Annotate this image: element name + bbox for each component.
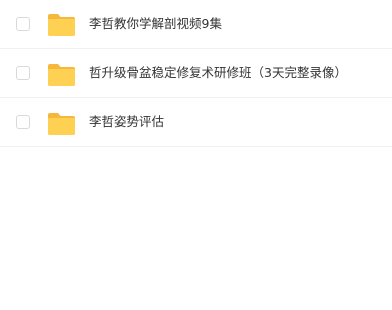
select-checkbox[interactable] <box>16 115 30 129</box>
file-name[interactable]: 李哲教你学解剖视频9集 <box>89 16 222 32</box>
folder-icon <box>48 64 75 86</box>
select-checkbox[interactable] <box>16 17 30 31</box>
folder-icon <box>48 14 75 36</box>
list-item[interactable]: 李哲教你学解剖视频9集 <box>0 0 392 49</box>
list-item[interactable]: 李哲姿势评估 <box>0 98 392 147</box>
list-item[interactable]: 哲升级骨盆稳定修复术研修班（3天完整录像） <box>0 49 392 98</box>
file-name[interactable]: 哲升级骨盆稳定修复术研修班（3天完整录像） <box>89 65 347 81</box>
select-checkbox[interactable] <box>16 66 30 80</box>
file-list: 李哲教你学解剖视频9集 哲升级骨盆稳定修复术研修班（3天完整录像） 李哲姿势评估 <box>0 0 392 310</box>
folder-icon <box>48 113 75 135</box>
file-name[interactable]: 李哲姿势评估 <box>89 114 164 130</box>
